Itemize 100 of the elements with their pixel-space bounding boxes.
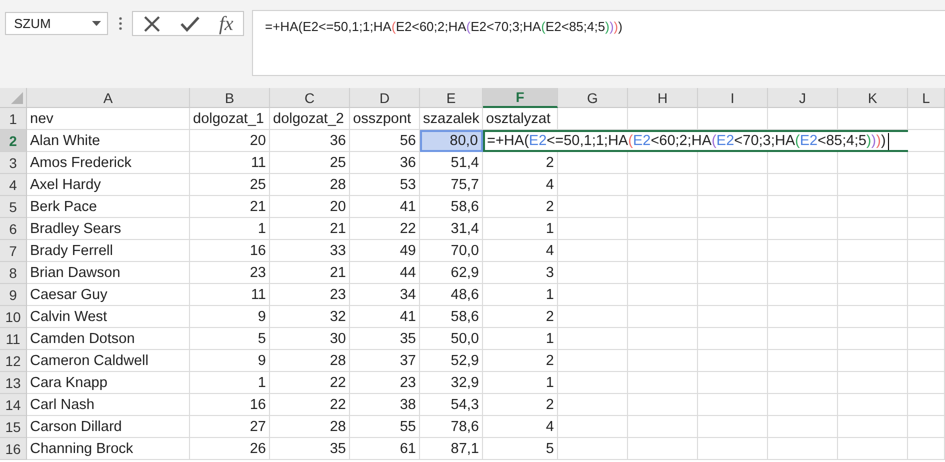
empty-cell[interactable] xyxy=(558,394,628,416)
empty-cell[interactable] xyxy=(558,240,628,262)
empty-cell[interactable] xyxy=(698,438,768,460)
empty-cell[interactable] xyxy=(908,284,945,306)
row-header[interactable]: 13 xyxy=(0,372,27,394)
checkmark-icon[interactable] xyxy=(180,16,200,32)
empty-cell[interactable] xyxy=(698,350,768,372)
empty-cell[interactable] xyxy=(908,394,945,416)
empty-cell[interactable] xyxy=(908,306,945,328)
cell-editor-field[interactable]: =+HA(E2<=50,1;1;HA(E2<60;2;HA(E2<70;3;HA(E2<85;4;5)))) xyxy=(483,130,908,152)
column-header[interactable]: I xyxy=(698,88,768,108)
empty-cell[interactable] xyxy=(558,262,628,284)
row-header[interactable]: 16 xyxy=(0,438,27,460)
empty-cell[interactable] xyxy=(628,350,698,372)
empty-cell[interactable] xyxy=(768,284,838,306)
empty-cell[interactable] xyxy=(768,372,838,394)
row-header[interactable]: 2 xyxy=(0,130,27,152)
row-header[interactable]: 6 xyxy=(0,218,27,240)
dropdown-caret-icon[interactable] xyxy=(92,21,101,26)
empty-cell[interactable] xyxy=(838,284,908,306)
row-header[interactable]: 3 xyxy=(0,152,27,174)
empty-cell[interactable] xyxy=(768,240,838,262)
empty-cell[interactable] xyxy=(838,196,908,218)
column-header[interactable]: H xyxy=(628,88,698,108)
empty-cell[interactable] xyxy=(838,328,908,350)
column-header[interactable]: K xyxy=(838,88,908,108)
empty-cell[interactable] xyxy=(628,306,698,328)
insert-function-button[interactable]: fx xyxy=(218,14,234,34)
row-header[interactable]: 8 xyxy=(0,262,27,284)
empty-cell[interactable] xyxy=(628,394,698,416)
empty-cell[interactable] xyxy=(698,416,768,438)
empty-cell[interactable] xyxy=(628,438,698,460)
empty-cell[interactable] xyxy=(628,174,698,196)
empty-cell[interactable] xyxy=(838,372,908,394)
empty-cell[interactable] xyxy=(628,372,698,394)
empty-cell[interactable] xyxy=(628,240,698,262)
empty-cell[interactable] xyxy=(698,152,768,174)
empty-cell[interactable] xyxy=(628,284,698,306)
empty-cell[interactable] xyxy=(698,394,768,416)
empty-cell[interactable] xyxy=(908,152,945,174)
empty-cell[interactable] xyxy=(768,196,838,218)
empty-cell[interactable] xyxy=(558,328,628,350)
row-header[interactable]: 12 xyxy=(0,350,27,372)
empty-cell[interactable] xyxy=(698,240,768,262)
empty-cell[interactable] xyxy=(698,372,768,394)
empty-cell[interactable] xyxy=(838,394,908,416)
empty-cell[interactable] xyxy=(838,218,908,240)
row-header[interactable]: 1 xyxy=(0,108,27,130)
more-options-icon[interactable] xyxy=(119,17,122,30)
empty-cell[interactable] xyxy=(768,328,838,350)
empty-cell[interactable] xyxy=(628,218,698,240)
empty-cell[interactable] xyxy=(768,306,838,328)
empty-cell[interactable] xyxy=(908,108,945,130)
empty-cell[interactable] xyxy=(558,416,628,438)
empty-cell[interactable] xyxy=(698,218,768,240)
empty-cell[interactable] xyxy=(768,350,838,372)
empty-cell[interactable] xyxy=(768,152,838,174)
empty-cell[interactable] xyxy=(768,218,838,240)
column-header[interactable]: G xyxy=(558,88,628,108)
empty-cell[interactable] xyxy=(768,394,838,416)
empty-cell[interactable] xyxy=(558,306,628,328)
empty-cell[interactable] xyxy=(558,438,628,460)
empty-cell[interactable] xyxy=(628,196,698,218)
column-header[interactable]: E xyxy=(420,88,483,108)
column-header[interactable]: A xyxy=(27,88,190,108)
empty-cell[interactable] xyxy=(628,328,698,350)
empty-cell[interactable] xyxy=(628,416,698,438)
empty-cell[interactable] xyxy=(908,262,945,284)
empty-cell[interactable] xyxy=(908,196,945,218)
row-header[interactable]: 9 xyxy=(0,284,27,306)
empty-cell[interactable] xyxy=(628,262,698,284)
empty-cell[interactable] xyxy=(698,262,768,284)
empty-cell[interactable] xyxy=(698,196,768,218)
row-header[interactable]: 15 xyxy=(0,416,27,438)
empty-cell[interactable] xyxy=(558,218,628,240)
empty-cell[interactable] xyxy=(768,174,838,196)
row-header[interactable]: 14 xyxy=(0,394,27,416)
select-all-icon[interactable] xyxy=(11,92,23,104)
formula-field[interactable]: =+HA(E2<=50,1;1;HA(E2<60;2;HA(E2<70;3;HA(E2<85;4;5)))) xyxy=(252,10,945,76)
column-header[interactable]: L xyxy=(908,88,945,108)
empty-cell[interactable] xyxy=(908,372,945,394)
empty-cell[interactable] xyxy=(698,328,768,350)
empty-cell[interactable] xyxy=(908,240,945,262)
empty-cell[interactable] xyxy=(838,438,908,460)
close-icon[interactable] xyxy=(142,14,161,32)
empty-cell[interactable] xyxy=(558,284,628,306)
empty-cell[interactable] xyxy=(838,262,908,284)
empty-cell[interactable] xyxy=(908,174,945,196)
empty-cell[interactable] xyxy=(838,350,908,372)
row-header[interactable]: 10 xyxy=(0,306,27,328)
empty-cell[interactable] xyxy=(558,350,628,372)
column-header[interactable]: C xyxy=(270,88,350,108)
column-header[interactable]: B xyxy=(190,88,270,108)
column-header[interactable]: F xyxy=(483,88,558,108)
empty-cell[interactable] xyxy=(698,174,768,196)
empty-cell[interactable] xyxy=(628,152,698,174)
empty-cell[interactable] xyxy=(908,218,945,240)
empty-cell[interactable] xyxy=(768,416,838,438)
row-header[interactable]: 7 xyxy=(0,240,27,262)
row-header[interactable]: 5 xyxy=(0,196,27,218)
